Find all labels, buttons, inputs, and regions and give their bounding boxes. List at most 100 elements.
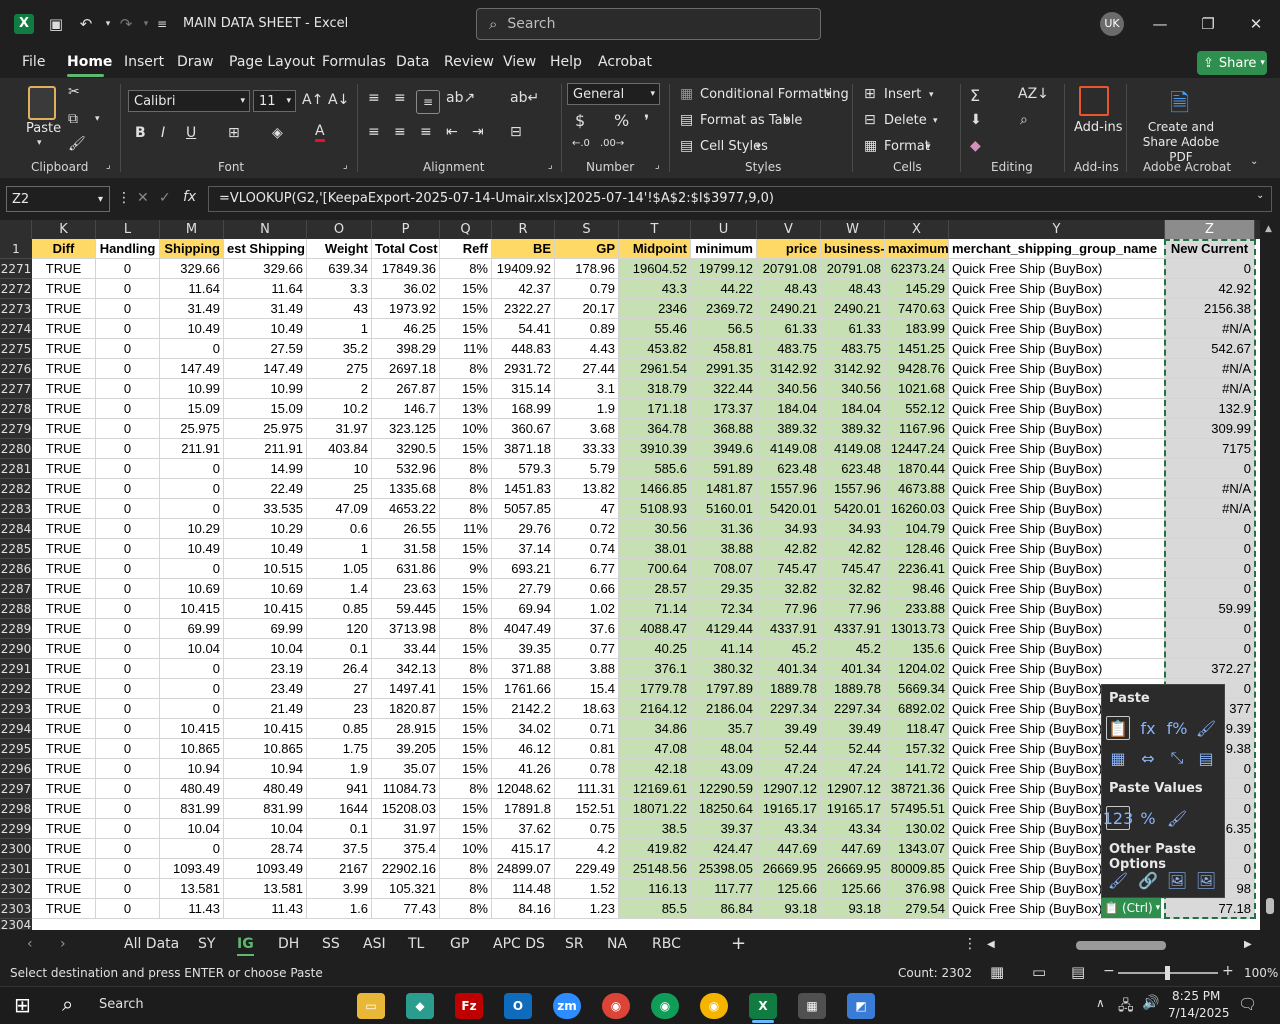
cell-shipping[interactable]: 0 bbox=[160, 679, 224, 699]
cell-be[interactable]: 2322.27 bbox=[492, 299, 555, 319]
cell-est-shipping[interactable]: 11.64 bbox=[224, 279, 307, 299]
cell-business[interactable]: 1557.96 bbox=[821, 479, 885, 499]
cell-maximum[interactable]: 552.12 bbox=[885, 399, 949, 419]
cell-shipping[interactable]: 0 bbox=[160, 659, 224, 679]
cell-est-shipping[interactable]: 21.49 bbox=[224, 699, 307, 719]
volume-icon[interactable]: 🔊 bbox=[1142, 995, 1159, 1011]
cell-minimum[interactable]: 72.34 bbox=[691, 599, 757, 619]
cell-be[interactable]: 19409.92 bbox=[492, 259, 555, 279]
cell-diff[interactable]: TRUE bbox=[32, 819, 96, 839]
file-explorer-icon[interactable]: ▭ bbox=[357, 993, 385, 1019]
paste-picture-icon[interactable]: 🖼 bbox=[1165, 868, 1189, 892]
name-box[interactable]: Z2 ▾ bbox=[6, 186, 110, 212]
cell-total-cost[interactable]: 1973.92 bbox=[372, 299, 440, 319]
cell-midpoint[interactable]: 419.82 bbox=[619, 839, 691, 859]
taskbar-search-label[interactable]: Search bbox=[99, 997, 144, 1012]
cell-diff[interactable]: TRUE bbox=[32, 699, 96, 719]
cell-minimum[interactable]: 25398.05 bbox=[691, 859, 757, 879]
header-shipping[interactable]: Shipping bbox=[160, 239, 224, 259]
cell-business[interactable]: 61.33 bbox=[821, 319, 885, 339]
cell-total-cost[interactable]: 323.125 bbox=[372, 419, 440, 439]
calculator-icon[interactable]: ▦ bbox=[798, 993, 826, 1019]
cell-gp[interactable]: 111.31 bbox=[555, 779, 619, 799]
sheet-tab-sr[interactable]: SR bbox=[565, 936, 584, 952]
cell-shipping[interactable]: 15.09 bbox=[160, 399, 224, 419]
undo-icon[interactable]: ↶ bbox=[74, 12, 98, 36]
row-header[interactable]: 2275 bbox=[0, 339, 32, 359]
cell-weight[interactable]: 120 bbox=[307, 619, 372, 639]
cell-midpoint[interactable]: 1779.78 bbox=[619, 679, 691, 699]
cell-handling[interactable]: 0 bbox=[96, 799, 160, 819]
cell-gp[interactable]: 27.44 bbox=[555, 359, 619, 379]
copy-dropdown-icon[interactable]: ▾ bbox=[95, 114, 100, 124]
cell-merchant-shipping-group[interactable]: Quick Free Ship (BuyBox) bbox=[949, 639, 1165, 659]
cell-reff[interactable]: 15% bbox=[440, 379, 492, 399]
cell-shipping[interactable]: 1093.49 bbox=[160, 859, 224, 879]
copy-icon[interactable]: ⧉ bbox=[68, 111, 78, 127]
cell-est-shipping[interactable]: 13.581 bbox=[224, 879, 307, 899]
cell-new-current[interactable]: 0 bbox=[1165, 579, 1255, 599]
cell-price[interactable]: 93.18 bbox=[757, 899, 821, 919]
increase-decimal-icon[interactable]: ←.0 bbox=[572, 138, 590, 149]
row-header[interactable]: 2285 bbox=[0, 539, 32, 559]
cell-est-shipping[interactable]: 211.91 bbox=[224, 439, 307, 459]
network-icon[interactable]: 🖧 bbox=[1118, 995, 1134, 1019]
cell-handling[interactable]: 0 bbox=[96, 299, 160, 319]
cell-reff[interactable]: 9% bbox=[440, 559, 492, 579]
cell-reff[interactable]: 15% bbox=[440, 319, 492, 339]
cell-total-cost[interactable]: 39.205 bbox=[372, 739, 440, 759]
row-header[interactable]: 2300 bbox=[0, 839, 32, 859]
cell-minimum[interactable]: 44.22 bbox=[691, 279, 757, 299]
cell-merchant-shipping-group[interactable]: Quick Free Ship (BuyBox) bbox=[949, 659, 1165, 679]
paste-transpose-icon[interactable]: ⤡ bbox=[1165, 746, 1189, 770]
cell-weight[interactable]: 35.2 bbox=[307, 339, 372, 359]
sheet-tab-ig[interactable]: IG bbox=[237, 936, 254, 956]
row-header[interactable]: 2289 bbox=[0, 619, 32, 639]
cell-gp[interactable]: 5.79 bbox=[555, 459, 619, 479]
cell-reff[interactable]: 15% bbox=[440, 759, 492, 779]
cell-price[interactable]: 3142.92 bbox=[757, 359, 821, 379]
cell-merchant-shipping-group[interactable]: Quick Free Ship (BuyBox) bbox=[949, 419, 1165, 439]
align-middle-icon[interactable]: ≡ bbox=[394, 90, 406, 106]
cell-maximum[interactable]: 80009.85 bbox=[885, 859, 949, 879]
menu-draw[interactable]: Draw bbox=[177, 54, 214, 70]
cell-total-cost[interactable]: 11084.73 bbox=[372, 779, 440, 799]
cell-price[interactable]: 45.2 bbox=[757, 639, 821, 659]
horizontal-scrollbar-thumb[interactable] bbox=[1076, 941, 1166, 950]
taskbar-search-icon[interactable]: ⌕ bbox=[62, 992, 73, 1016]
cell-be[interactable]: 29.76 bbox=[492, 519, 555, 539]
cell-total-cost[interactable]: 532.96 bbox=[372, 459, 440, 479]
cell-reff[interactable]: 11% bbox=[440, 519, 492, 539]
cell-weight[interactable]: 43 bbox=[307, 299, 372, 319]
paste-link-icon[interactable]: 🔗 bbox=[1136, 868, 1160, 892]
row-header[interactable]: 2288 bbox=[0, 599, 32, 619]
cell-diff[interactable]: TRUE bbox=[32, 519, 96, 539]
cell-handling[interactable]: 0 bbox=[96, 759, 160, 779]
menu-file[interactable]: File bbox=[22, 54, 45, 70]
cell-est-shipping[interactable]: 14.99 bbox=[224, 459, 307, 479]
cell-minimum[interactable]: 39.37 bbox=[691, 819, 757, 839]
cell-total-cost[interactable]: 4653.22 bbox=[372, 499, 440, 519]
cell-minimum[interactable]: 56.5 bbox=[691, 319, 757, 339]
align-right-icon[interactable]: ≡ bbox=[420, 124, 432, 140]
row-header[interactable]: 2283 bbox=[0, 499, 32, 519]
row-header[interactable]: 2293 bbox=[0, 699, 32, 719]
dialog-launcher-icon[interactable]: ⌟ bbox=[106, 160, 111, 171]
column-header-R[interactable]: R bbox=[492, 220, 555, 239]
cell-weight[interactable]: 1.4 bbox=[307, 579, 372, 599]
cell-maximum[interactable]: 1343.07 bbox=[885, 839, 949, 859]
cell-diff[interactable]: TRUE bbox=[32, 719, 96, 739]
cell-reff[interactable]: 8% bbox=[440, 359, 492, 379]
cell-gp[interactable]: 37.6 bbox=[555, 619, 619, 639]
cell-merchant-shipping-group[interactable]: Quick Free Ship (BuyBox) bbox=[949, 359, 1165, 379]
cell-total-cost[interactable]: 342.13 bbox=[372, 659, 440, 679]
cell-price[interactable]: 52.44 bbox=[757, 739, 821, 759]
cell-minimum[interactable]: 424.47 bbox=[691, 839, 757, 859]
excel-taskbar-icon[interactable]: X bbox=[749, 993, 777, 1019]
cell-reff[interactable]: 8% bbox=[440, 479, 492, 499]
cell-maximum[interactable]: 104.79 bbox=[885, 519, 949, 539]
cell-merchant-shipping-group[interactable]: Quick Free Ship (BuyBox) bbox=[949, 279, 1165, 299]
column-header-W[interactable]: W bbox=[821, 220, 885, 239]
cell-price[interactable]: 184.04 bbox=[757, 399, 821, 419]
row-header[interactable]: 2278 bbox=[0, 399, 32, 419]
